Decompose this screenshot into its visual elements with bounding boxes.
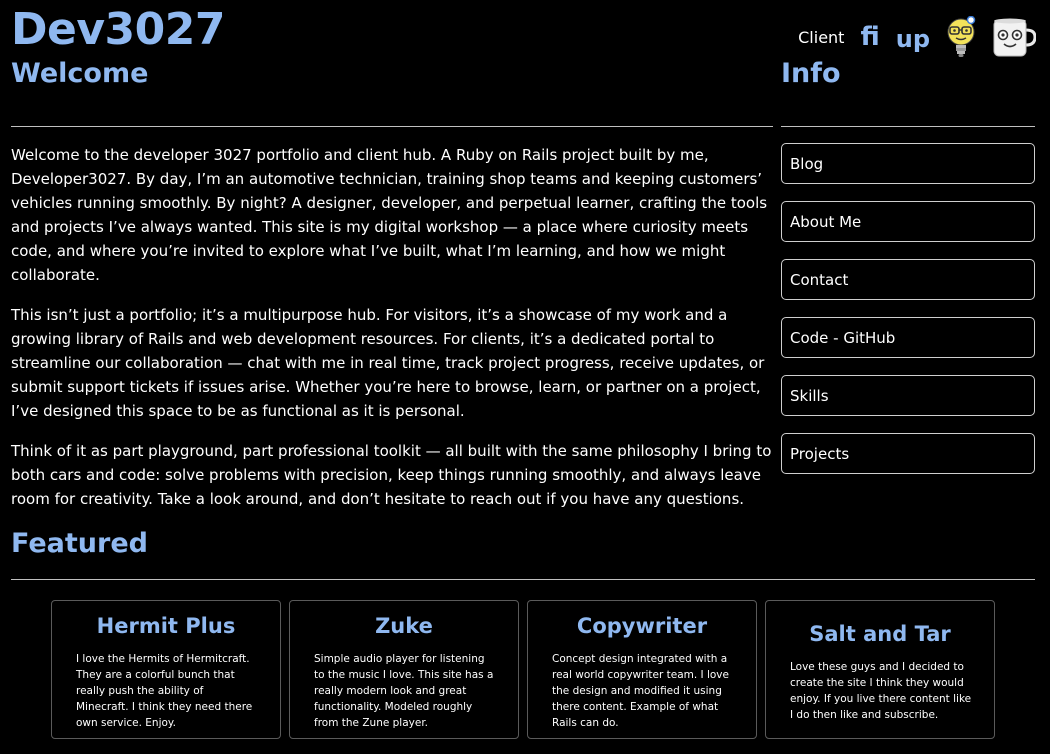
welcome-paragraph: This isn’t just a portfolio; it’s a mult… (11, 306, 765, 420)
featured-heading: Featured (11, 528, 148, 559)
info-heading: Info (781, 58, 841, 89)
featured-cards: Hermit Plus I love the Hermits of Hermit… (51, 600, 995, 740)
lightbulb-mascot-icon[interactable] (946, 16, 976, 58)
info-link-about-me[interactable]: About Me (781, 201, 1035, 242)
info-link-blog[interactable]: Blog (781, 143, 1035, 184)
card-description: I love the Hermits of Hermitcraft. They … (76, 653, 253, 729)
fiverr-icon[interactable]: fi (860, 24, 879, 50)
featured-card-salt-and-tar[interactable]: Salt and Tar Love these guys and I decid… (765, 600, 995, 739)
info-link-contact[interactable]: Contact (781, 259, 1035, 300)
featured-card-hermit-plus[interactable]: Hermit Plus I love the Hermits of Hermit… (51, 600, 281, 739)
welcome-heading: Welcome (11, 58, 149, 89)
card-description: Concept design integrated with a real wo… (552, 653, 729, 729)
coffee-mug-mascot-icon[interactable] (992, 16, 1036, 58)
info-link-list: Blog About Me Contact Code - GitHub Skil… (781, 143, 1035, 491)
welcome-text: Welcome to the developer 3027 portfolio … (11, 143, 775, 527)
card-title[interactable]: Copywriter (528, 613, 756, 639)
featured-divider (11, 579, 1035, 580)
site-logo-link[interactable]: Dev3027 (11, 2, 226, 58)
featured-card-copywriter[interactable]: Copywriter Concept design integrated wit… (527, 600, 757, 739)
info-link-projects[interactable]: Projects (781, 433, 1035, 474)
site-header: Dev3027 Client fi up (0, 0, 1050, 64)
page: Dev3027 Client fi up Welcome Welcome to … (0, 0, 1050, 754)
info-link-github[interactable]: Code - GitHub (781, 317, 1035, 358)
upwork-icon[interactable]: up (896, 27, 930, 51)
welcome-paragraph: Welcome to the developer 3027 portfolio … (11, 146, 768, 284)
welcome-paragraph: Think of it as part playground, part pro… (11, 442, 772, 508)
featured-card-zuke[interactable]: Zuke Simple audio player for listening t… (289, 600, 519, 739)
card-title[interactable]: Salt and Tar (766, 621, 994, 647)
client-link[interactable]: Client (798, 28, 844, 47)
card-description: Love these guys and I decided to create … (790, 661, 972, 721)
info-divider (781, 126, 1035, 127)
welcome-divider (11, 126, 773, 127)
info-link-skills[interactable]: Skills (781, 375, 1035, 416)
card-description: Simple audio player for listening to the… (314, 653, 494, 729)
header-nav: Client fi up (798, 14, 1036, 60)
card-title[interactable]: Hermit Plus (52, 613, 280, 639)
card-title[interactable]: Zuke (290, 613, 518, 639)
